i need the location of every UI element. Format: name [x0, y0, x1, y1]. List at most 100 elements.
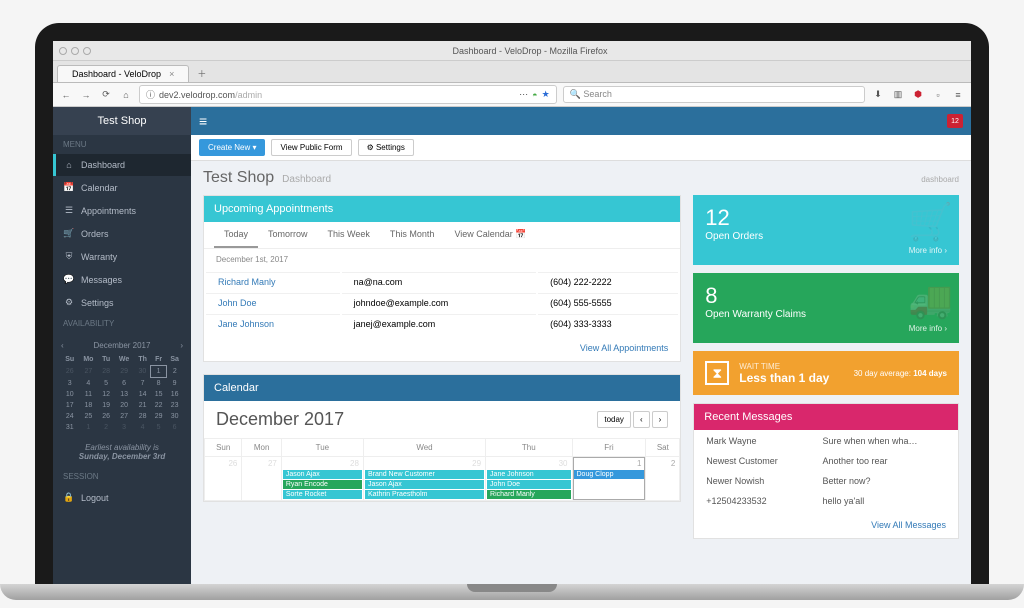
- mini-cal-day[interactable]: 15: [151, 389, 166, 400]
- calendar-day[interactable]: 2: [646, 457, 680, 501]
- sidebar-item-dashboard[interactable]: ⌂Dashboard: [53, 154, 191, 176]
- sidebar-icon[interactable]: ▫: [931, 90, 945, 100]
- window-max-icon[interactable]: [83, 47, 91, 55]
- calendar-next-button[interactable]: ›: [652, 411, 669, 428]
- mini-cal-day[interactable]: 6: [114, 378, 134, 390]
- calendar-day[interactable]: 29Brand New CustomerJason AjaxKathrin Pr…: [363, 457, 485, 501]
- appt-tab[interactable]: This Week: [318, 222, 380, 248]
- mini-cal-day[interactable]: 8: [151, 378, 166, 390]
- message-row[interactable]: Mark WayneSure when when wha…: [696, 432, 956, 450]
- more-info-link[interactable]: More info ›: [705, 324, 947, 333]
- sidebar-item-messages[interactable]: 💬Messages: [53, 268, 191, 291]
- url-input[interactable]: ⓘ dev2.velodrop.com/admin ⋯ ◓ ★: [139, 85, 557, 104]
- sidebar-item-appointments[interactable]: ☰Appointments: [53, 199, 191, 222]
- sidebar-item-orders[interactable]: 🛒Orders: [53, 222, 191, 245]
- mini-cal-day[interactable]: 27: [114, 411, 134, 422]
- mini-cal-day[interactable]: 28: [98, 366, 114, 378]
- bookmark-star-icon[interactable]: ★: [542, 89, 550, 100]
- mini-cal-day[interactable]: 7: [134, 378, 151, 390]
- calendar-event[interactable]: John Doe: [487, 480, 570, 489]
- mini-cal-day[interactable]: 14: [134, 389, 151, 400]
- search-input[interactable]: 🔍 Search: [563, 86, 865, 103]
- mini-cal-day[interactable]: 12: [98, 389, 114, 400]
- calendar-day[interactable]: 1Doug Clopp: [572, 457, 646, 501]
- sidebar-item-calendar[interactable]: 📅Calendar: [53, 176, 191, 199]
- mini-cal-day[interactable]: 30: [166, 411, 183, 422]
- mini-cal-day[interactable]: 2: [98, 422, 114, 433]
- appt-row[interactable]: Richard Manlyna@na.com(604) 222-2222: [206, 272, 678, 291]
- mini-cal-day[interactable]: 19: [98, 400, 114, 411]
- appt-row[interactable]: John Doejohndoe@example.com(604) 555-555…: [206, 293, 678, 312]
- calendar-day[interactable]: 28Jason AjaxRyan EncodeSorte Rocket: [281, 457, 363, 501]
- mini-cal-day[interactable]: 9: [166, 378, 183, 390]
- mini-cal-day[interactable]: 20: [114, 400, 134, 411]
- mini-cal-day[interactable]: 3: [114, 422, 134, 433]
- window-close-icon[interactable]: [59, 47, 67, 55]
- calendar-today-button[interactable]: today: [597, 411, 631, 428]
- sidebar-item-warranty[interactable]: ⛨Warranty: [53, 245, 191, 268]
- mini-cal-day[interactable]: 22: [151, 400, 166, 411]
- mini-cal-day[interactable]: 4: [134, 422, 151, 433]
- shield-icon[interactable]: ◓: [532, 90, 537, 100]
- appt-tab[interactable]: This Month: [380, 222, 445, 248]
- mini-cal-day[interactable]: 3: [61, 378, 79, 390]
- info-icon[interactable]: ⓘ: [146, 88, 155, 101]
- ublock-icon[interactable]: ⬢: [911, 89, 925, 100]
- window-min-icon[interactable]: [71, 47, 79, 55]
- calendar-event[interactable]: Jane Johnson: [487, 470, 570, 479]
- mini-cal-day[interactable]: 24: [61, 411, 79, 422]
- mini-cal-day[interactable]: 25: [79, 411, 99, 422]
- mini-cal-day[interactable]: 29: [151, 411, 166, 422]
- mini-cal-day[interactable]: 18: [79, 400, 99, 411]
- stat-warranty[interactable]: 🚚 8 Open Warranty Claims More info ›: [693, 273, 959, 343]
- sidebar-item-settings[interactable]: ⚙Settings: [53, 291, 191, 314]
- mini-cal-day[interactable]: 26: [61, 366, 79, 378]
- calendar-event[interactable]: Jason Ajax: [365, 480, 484, 489]
- mini-cal-day[interactable]: 13: [114, 389, 134, 400]
- browser-tab[interactable]: Dashboard - VeloDrop×: [57, 65, 189, 82]
- mini-cal-day[interactable]: 23: [166, 400, 183, 411]
- calendar-prev-button[interactable]: ‹: [633, 411, 650, 428]
- mini-cal-day[interactable]: 26: [98, 411, 114, 422]
- calendar-event[interactable]: Jason Ajax: [283, 470, 362, 479]
- library-icon[interactable]: ▥: [891, 89, 905, 100]
- back-button[interactable]: ←: [59, 90, 73, 100]
- settings-button[interactable]: ⚙ Settings: [358, 139, 414, 156]
- sidebar-item-logout[interactable]: 🔒Logout: [53, 486, 191, 509]
- downloads-icon[interactable]: ⬇: [871, 89, 885, 100]
- more-info-link[interactable]: More info ›: [705, 246, 947, 255]
- reload-button[interactable]: ⟳: [99, 89, 113, 100]
- calendar-event[interactable]: Brand New Customer: [365, 470, 484, 479]
- mini-cal-prev[interactable]: ‹: [61, 341, 64, 350]
- mini-cal-day[interactable]: 10: [61, 389, 79, 400]
- mini-cal-day[interactable]: 5: [98, 378, 114, 390]
- notification-badge[interactable]: 12: [947, 114, 963, 128]
- home-button[interactable]: ⌂: [119, 90, 133, 100]
- close-tab-icon[interactable]: ×: [169, 69, 174, 79]
- appt-row[interactable]: Jane Johnsonjanej@example.com(604) 333-3…: [206, 314, 678, 333]
- menu-toggle-icon[interactable]: ≡: [199, 113, 207, 129]
- message-row[interactable]: +12504233532hello ya'all: [696, 492, 956, 510]
- calendar-event[interactable]: Kathrin Praestholm: [365, 490, 484, 499]
- mini-cal-day[interactable]: 5: [151, 422, 166, 433]
- message-row[interactable]: Newest CustomerAnother too rear: [696, 452, 956, 470]
- forward-button[interactable]: →: [79, 90, 93, 100]
- mini-cal-day[interactable]: 1: [79, 422, 99, 433]
- mini-cal-day[interactable]: 16: [166, 389, 183, 400]
- mini-cal-day[interactable]: 1: [151, 366, 166, 378]
- mini-cal-day[interactable]: 21: [134, 400, 151, 411]
- appt-tab[interactable]: Tomorrow: [258, 222, 318, 248]
- calendar-event[interactable]: Richard Manly: [487, 490, 570, 499]
- mini-cal-day[interactable]: 28: [134, 411, 151, 422]
- appt-tab[interactable]: View Calendar 📅: [444, 222, 536, 248]
- mini-cal-day[interactable]: 27: [79, 366, 99, 378]
- mini-cal-day[interactable]: 30: [134, 366, 151, 378]
- mini-cal-day[interactable]: 11: [79, 389, 99, 400]
- message-row[interactable]: Newer NowishBetter now?: [696, 472, 956, 490]
- calendar-day[interactable]: 27: [242, 457, 282, 501]
- create-new-button[interactable]: Create New ▾: [199, 139, 265, 156]
- mini-cal-day[interactable]: 31: [61, 422, 79, 433]
- mini-cal-day[interactable]: 17: [61, 400, 79, 411]
- reader-icon[interactable]: ⋯: [519, 89, 528, 100]
- calendar-event[interactable]: Doug Clopp: [574, 470, 645, 479]
